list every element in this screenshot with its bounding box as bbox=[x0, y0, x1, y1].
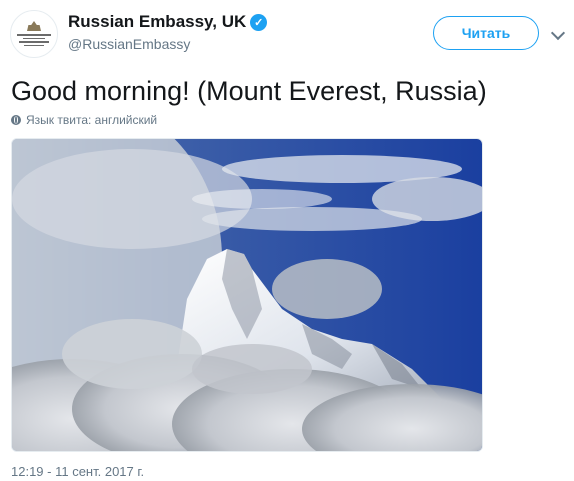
follow-button[interactable]: Читать bbox=[433, 16, 539, 50]
embassy-emblem-icon bbox=[27, 21, 41, 31]
language-label: Язык твита: английский bbox=[26, 113, 158, 127]
mountain-photo bbox=[12, 139, 482, 451]
verified-badge-icon: ✓ bbox=[250, 13, 268, 31]
tweet-photo[interactable] bbox=[11, 138, 483, 452]
tweet-timestamp[interactable]: 12:19 - 11 сент. 2017 г. bbox=[11, 464, 144, 480]
globe-icon bbox=[11, 115, 21, 125]
display-name[interactable]: Russian Embassy, UK bbox=[68, 12, 246, 32]
tweet-text: Good morning! (Mount Everest, Russia) bbox=[11, 76, 487, 106]
chevron-down-icon[interactable] bbox=[550, 25, 566, 41]
user-handle[interactable]: @RussianEmbassy bbox=[68, 35, 267, 53]
avatar[interactable] bbox=[10, 10, 58, 58]
author-block[interactable]: Russian Embassy, UK ✓ @RussianEmbassy bbox=[68, 12, 268, 53]
tweet-language: Язык твита: английский bbox=[11, 113, 157, 127]
